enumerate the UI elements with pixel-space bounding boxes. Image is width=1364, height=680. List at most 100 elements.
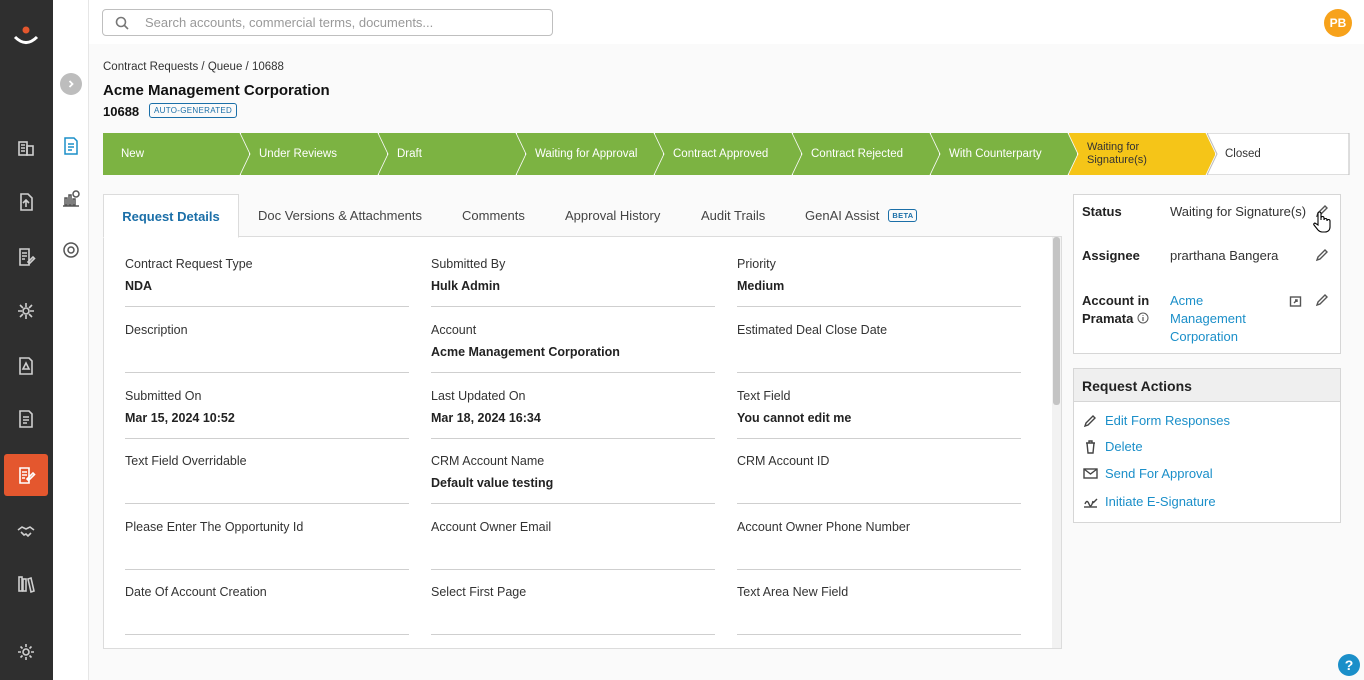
nav-handshake-icon[interactable] <box>4 510 48 552</box>
nav-library-icon[interactable] <box>4 563 48 605</box>
stage-label: Contract Rejected <box>811 147 904 160</box>
tab-label: GenAI Assist <box>805 208 880 223</box>
field-label: Estimated Deal Close Date <box>737 323 888 337</box>
field-description: Description <box>125 323 409 373</box>
edit-form-responses-link[interactable]: Edit Form Responses <box>1083 413 1230 428</box>
nav-documents-edit-icon[interactable] <box>4 236 48 278</box>
scroll-thumb[interactable] <box>1053 237 1060 405</box>
field-value: Acme Management Corporation <box>431 345 620 359</box>
auto-generated-badge: AUTO-GENERATED <box>149 103 238 118</box>
stage-under-reviews[interactable]: Under Reviews <box>241 133 387 175</box>
field-text-field-overridable: Text Field Overridable <box>125 454 409 504</box>
sub-nav-analytics-icon[interactable] <box>59 186 83 210</box>
assignee-label: Assignee <box>1082 248 1140 263</box>
field-value: NDA <box>125 279 153 293</box>
nav-integrations-icon[interactable] <box>4 290 48 332</box>
action-label: Initiate E-Signature <box>1105 494 1216 509</box>
breadcrumb[interactable]: Contract Requests / Queue / 10688 <box>103 61 284 73</box>
search-input[interactable] <box>145 15 525 30</box>
search-icon <box>115 16 129 30</box>
field-please-enter-the-opportunity-id: Please Enter The Opportunity Id <box>125 520 409 570</box>
stage-waiting-for-approval[interactable]: Waiting for Approval <box>517 133 663 175</box>
nav-upload-icon[interactable] <box>4 181 48 223</box>
edit-assignee-button[interactable] <box>1315 248 1329 262</box>
field-label: Account Owner Phone Number <box>737 520 911 534</box>
nav-reports-icon[interactable] <box>4 398 48 440</box>
pencil-icon <box>1315 294 1328 307</box>
request-id: 10688 <box>103 104 140 119</box>
tab-approval-history[interactable]: Approval History <box>551 194 674 237</box>
nav-alerts-icon[interactable] <box>4 345 48 387</box>
details-scrollbar[interactable] <box>1052 237 1061 648</box>
request-info-panel: Status Waiting for Signature(s) Assignee… <box>1073 194 1341 354</box>
hand-cursor-icon <box>1313 211 1331 233</box>
field-estimated-deal-close-date: Estimated Deal Close Date <box>737 323 1021 373</box>
app-logo-icon[interactable] <box>12 22 40 48</box>
tab-genai-assist[interactable]: GenAI Assist BETA <box>791 194 931 237</box>
sub-nav-requests-icon[interactable] <box>59 134 83 158</box>
trash-icon <box>1086 440 1095 454</box>
help-button[interactable]: ? <box>1338 654 1360 676</box>
delete-link[interactable]: Delete <box>1083 439 1143 454</box>
assignee-value: prarthana Bangera <box>1170 248 1279 263</box>
envelope-icon <box>1083 468 1098 479</box>
initiate-esignature-link[interactable]: Initiate E-Signature <box>1083 494 1216 509</box>
stage-label: Waiting for Signature(s) <box>1087 141 1147 166</box>
nav-accounts-icon[interactable] <box>4 127 48 169</box>
field-text-area-new-field: Text Area New Field <box>737 585 1021 635</box>
field-label: Select First Page <box>431 585 527 599</box>
field-priority: Priority Medium <box>737 257 1021 307</box>
stage-draft[interactable]: Draft <box>379 133 525 175</box>
field-label: CRM Account ID <box>737 454 830 468</box>
pencil-icon <box>1315 249 1328 262</box>
user-avatar[interactable]: PB <box>1324 9 1352 37</box>
stage-label: Under Reviews <box>259 147 337 160</box>
tab-doc-versions[interactable]: Doc Versions & Attachments <box>244 194 436 237</box>
stage-pipeline: New Under Reviews Draft Waiting for Approva… <box>103 133 1350 175</box>
field-select-first-page: Select First Page <box>431 585 715 635</box>
field-label: CRM Account Name <box>431 454 545 468</box>
open-account-button[interactable] <box>1289 294 1303 308</box>
stage-contract-approved[interactable]: Contract Approved <box>655 133 801 175</box>
tab-request-details[interactable]: Request Details <box>103 194 239 238</box>
stage-with-counterparty[interactable]: With Counterparty <box>931 133 1077 175</box>
nav-settings-icon[interactable] <box>4 631 48 673</box>
stage-new[interactable]: New <box>103 133 249 175</box>
field-label: Date Of Account Creation <box>125 585 267 599</box>
tab-comments[interactable]: Comments <box>448 194 539 237</box>
tab-label: Comments <box>462 208 525 223</box>
field-label: Account Owner Email <box>431 520 552 534</box>
nav-contract-requests-icon[interactable] <box>4 454 48 496</box>
stage-label: Draft <box>397 147 422 160</box>
stage-label: Waiting for Approval <box>535 147 638 160</box>
field-submitted-on: Submitted On Mar 15, 2024 10:52 <box>125 389 409 439</box>
tab-audit-trails[interactable]: Audit Trails <box>687 194 779 237</box>
info-icon[interactable] <box>1137 312 1149 324</box>
field-value: Medium <box>737 279 785 293</box>
expand-sidebar-button[interactable] <box>60 73 82 95</box>
account-label: Account in Pramata <box>1082 292 1149 328</box>
stage-contract-rejected[interactable]: Contract Rejected <box>793 133 939 175</box>
open-external-icon <box>1289 296 1302 307</box>
field-label: Please Enter The Opportunity Id <box>125 520 304 534</box>
global-search[interactable] <box>102 9 553 36</box>
account-link[interactable]: Acme Management Corporation <box>1170 292 1246 346</box>
stage-label: Contract Approved <box>673 147 769 160</box>
stage-waiting-for-signature-s[interactable]: Waiting for Signature(s) <box>1069 133 1215 175</box>
field-value: Hulk Admin <box>431 279 500 293</box>
tab-bar: Request Details Doc Versions & Attachmen… <box>103 194 1062 238</box>
tab-label: Request Details <box>122 208 220 224</box>
tab-label: Approval History <box>565 208 661 223</box>
field-submitted-by: Submitted By Hulk Admin <box>431 257 715 307</box>
field-text-field: Text Field You cannot edit me <box>737 389 1021 439</box>
field-crm-account-id: CRM Account ID <box>737 454 1021 504</box>
send-for-approval-link[interactable]: Send For Approval <box>1083 466 1213 481</box>
chevron-right-icon <box>68 80 74 88</box>
field-value: You cannot edit me <box>737 411 852 425</box>
request-actions-title: Request Actions <box>1074 369 1340 402</box>
edit-account-button[interactable] <box>1315 293 1329 307</box>
stage-closed[interactable]: Closed <box>1207 133 1350 175</box>
sub-nav-settings-icon[interactable] <box>59 238 83 262</box>
field-label: Description <box>125 323 188 337</box>
field-label: Priority <box>737 257 776 271</box>
